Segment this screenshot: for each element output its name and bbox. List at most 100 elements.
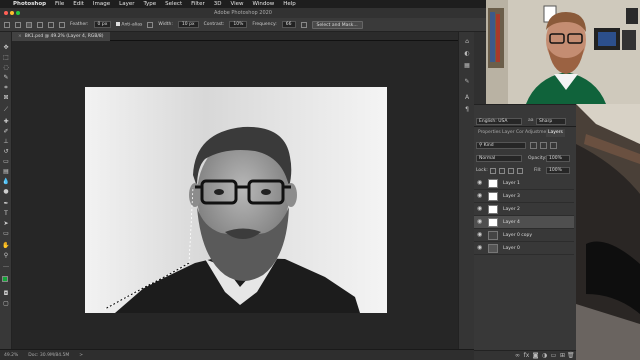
character-panel-icon[interactable]: A xyxy=(463,94,471,102)
menu-3d[interactable]: 3D xyxy=(214,1,222,7)
foreground-color-swatch[interactable] xyxy=(2,276,8,282)
kind-filter[interactable]: ⚲ Kind xyxy=(476,142,526,149)
dodge-tool-icon[interactable]: ● xyxy=(2,188,10,196)
add-mask-icon[interactable]: ◙ xyxy=(532,352,539,359)
clone-stamp-icon[interactable]: ⊥ xyxy=(2,138,10,146)
brush-tool-icon[interactable]: ✐ xyxy=(2,128,10,136)
trash-icon[interactable]: 🗑 xyxy=(567,352,575,359)
tab-adjustments[interactable]: Adjustme xyxy=(523,129,548,137)
new-layer-icon[interactable]: ⊞ xyxy=(559,352,566,359)
menu-filter[interactable]: Filter xyxy=(191,1,205,7)
status-menu-arrow[interactable]: > xyxy=(79,353,83,358)
layer-row[interactable]: ◉ Layer 3 xyxy=(474,190,574,203)
healing-brush-icon[interactable]: ✚ xyxy=(2,118,10,126)
document-tab[interactable]: × BK1.psd @ 49.2% (Layer 4, RGB/8) xyxy=(12,32,110,41)
crop-tool-icon[interactable]: ⌗ xyxy=(2,84,10,92)
width-input[interactable]: 10 px xyxy=(177,21,199,28)
stylus-pressure-icon[interactable] xyxy=(300,21,307,28)
language-select[interactable]: English: USA xyxy=(476,118,522,125)
visibility-eye-icon[interactable]: ◉ xyxy=(477,180,483,186)
visibility-eye-icon[interactable]: ◉ xyxy=(477,232,483,238)
type-tool-icon[interactable]: T xyxy=(2,210,10,218)
opacity-input[interactable]: 100% xyxy=(546,155,570,162)
tab-properties[interactable]: Properties xyxy=(476,129,503,137)
fill-input[interactable]: 100% xyxy=(546,167,570,174)
swatches-panel-icon[interactable]: ▦ xyxy=(463,62,471,70)
visibility-eye-icon[interactable]: ◉ xyxy=(477,245,483,251)
feather-input[interactable]: 0 px xyxy=(93,21,112,28)
canvas-photo[interactable] xyxy=(85,87,387,313)
gradient-tool-icon[interactable]: ▤ xyxy=(2,168,10,176)
menu-select[interactable]: Select xyxy=(165,1,182,7)
quick-select-tool-icon[interactable]: ✎ xyxy=(2,74,10,82)
new-group-icon[interactable]: ▭ xyxy=(550,352,557,359)
select-and-mask-button[interactable]: Select and Mask... xyxy=(311,20,363,29)
adjustment-filter-icon[interactable] xyxy=(540,142,547,149)
layer-row[interactable]: ◉ Layer 0 xyxy=(474,242,574,255)
visibility-eye-icon[interactable]: ◉ xyxy=(477,193,483,199)
tab-layer-comps[interactable]: Layer Cor xyxy=(500,129,526,137)
blend-mode-select[interactable]: Normal xyxy=(476,155,522,162)
visibility-eye-icon[interactable]: ◉ xyxy=(477,206,483,212)
type-filter-icon[interactable] xyxy=(550,142,557,149)
hand-tool-icon[interactable]: ✋ xyxy=(2,242,10,250)
pen-pressure-icon[interactable] xyxy=(147,21,154,28)
lasso-tool-icon[interactable]: ◌ xyxy=(2,64,10,72)
layer-row[interactable]: ◉ Layer 2 xyxy=(474,203,574,216)
magnetic-lasso-tool-icon[interactable] xyxy=(15,21,21,28)
frequency-input[interactable]: 66 xyxy=(281,21,296,28)
menu-image[interactable]: Image xyxy=(93,1,110,7)
color-panel-icon[interactable]: ◐ xyxy=(463,50,471,58)
history-brush-icon[interactable]: ↺ xyxy=(2,148,10,156)
subtract-selection-icon[interactable] xyxy=(48,21,54,28)
brush-panel-icon[interactable]: ✎ xyxy=(463,78,471,86)
close-tab-icon[interactable]: × xyxy=(18,34,22,39)
lock-pixels-icon[interactable] xyxy=(499,168,505,174)
quick-mask-icon[interactable]: ◘ xyxy=(2,290,10,298)
marquee-tool-icon[interactable]: ⬚ xyxy=(2,54,10,62)
eraser-tool-icon[interactable]: ▭ xyxy=(2,158,10,166)
eyedropper-tool-icon[interactable]: ⟋ xyxy=(2,106,10,114)
lock-transparency-icon[interactable] xyxy=(490,168,496,174)
menu-window[interactable]: Window xyxy=(253,1,275,7)
rectangle-tool-icon[interactable]: ▭ xyxy=(2,230,10,238)
link-layers-icon[interactable]: ∞ xyxy=(514,352,521,359)
menu-view[interactable]: View xyxy=(230,1,243,7)
path-select-icon[interactable]: ➤ xyxy=(2,220,10,228)
zoom-tool-icon[interactable]: ⚲ xyxy=(2,252,10,260)
menu-layer[interactable]: Layer xyxy=(119,1,134,7)
intersect-selection-icon[interactable] xyxy=(59,21,65,28)
visibility-eye-icon[interactable]: ◉ xyxy=(477,219,483,225)
menu-file[interactable]: File xyxy=(55,1,64,7)
home-icon[interactable] xyxy=(4,21,10,28)
more-tools-icon[interactable]: … xyxy=(2,262,10,270)
move-tool-icon[interactable]: ✥ xyxy=(2,44,10,52)
screen-mode-icon[interactable]: ▢ xyxy=(2,300,10,308)
lock-position-icon[interactable] xyxy=(508,168,514,174)
paragraph-panel-icon[interactable]: ¶ xyxy=(463,106,471,114)
antialias-checkbox[interactable]: Anti-alias xyxy=(116,21,142,27)
layer-style-icon[interactable]: fx xyxy=(523,352,530,359)
blur-tool-icon[interactable]: 💧 xyxy=(2,178,10,186)
new-selection-icon[interactable] xyxy=(26,21,32,28)
zoom-window-button[interactable] xyxy=(16,11,20,15)
contrast-input[interactable]: 10% xyxy=(229,21,248,28)
pen-tool-icon[interactable]: ✒ xyxy=(2,200,10,208)
frame-tool-icon[interactable]: ⊠ xyxy=(2,94,10,102)
menu-edit[interactable]: Edit xyxy=(73,1,84,7)
minimize-window-button[interactable] xyxy=(10,11,14,15)
pixel-filter-icon[interactable] xyxy=(530,142,537,149)
menu-photoshop[interactable]: Photoshop xyxy=(13,1,46,7)
tab-layers[interactable]: Layers xyxy=(546,129,565,137)
add-selection-icon[interactable] xyxy=(37,21,43,28)
layer-row[interactable]: ◉ Layer 1 xyxy=(474,177,574,190)
layer-row-selected[interactable]: ◉ Layer 4 xyxy=(474,216,574,229)
menu-type[interactable]: Type xyxy=(144,1,157,7)
history-panel-icon[interactable]: ⌂ xyxy=(463,38,471,46)
zoom-level[interactable]: 49.2% xyxy=(4,353,18,358)
menu-help[interactable]: Help xyxy=(283,1,296,7)
adjustment-layer-icon[interactable]: ◑ xyxy=(541,352,548,359)
layer-row[interactable]: ◉ Layer 0 copy xyxy=(474,229,574,242)
antialias-select[interactable]: Sharp xyxy=(536,118,566,125)
close-window-button[interactable] xyxy=(4,11,8,15)
